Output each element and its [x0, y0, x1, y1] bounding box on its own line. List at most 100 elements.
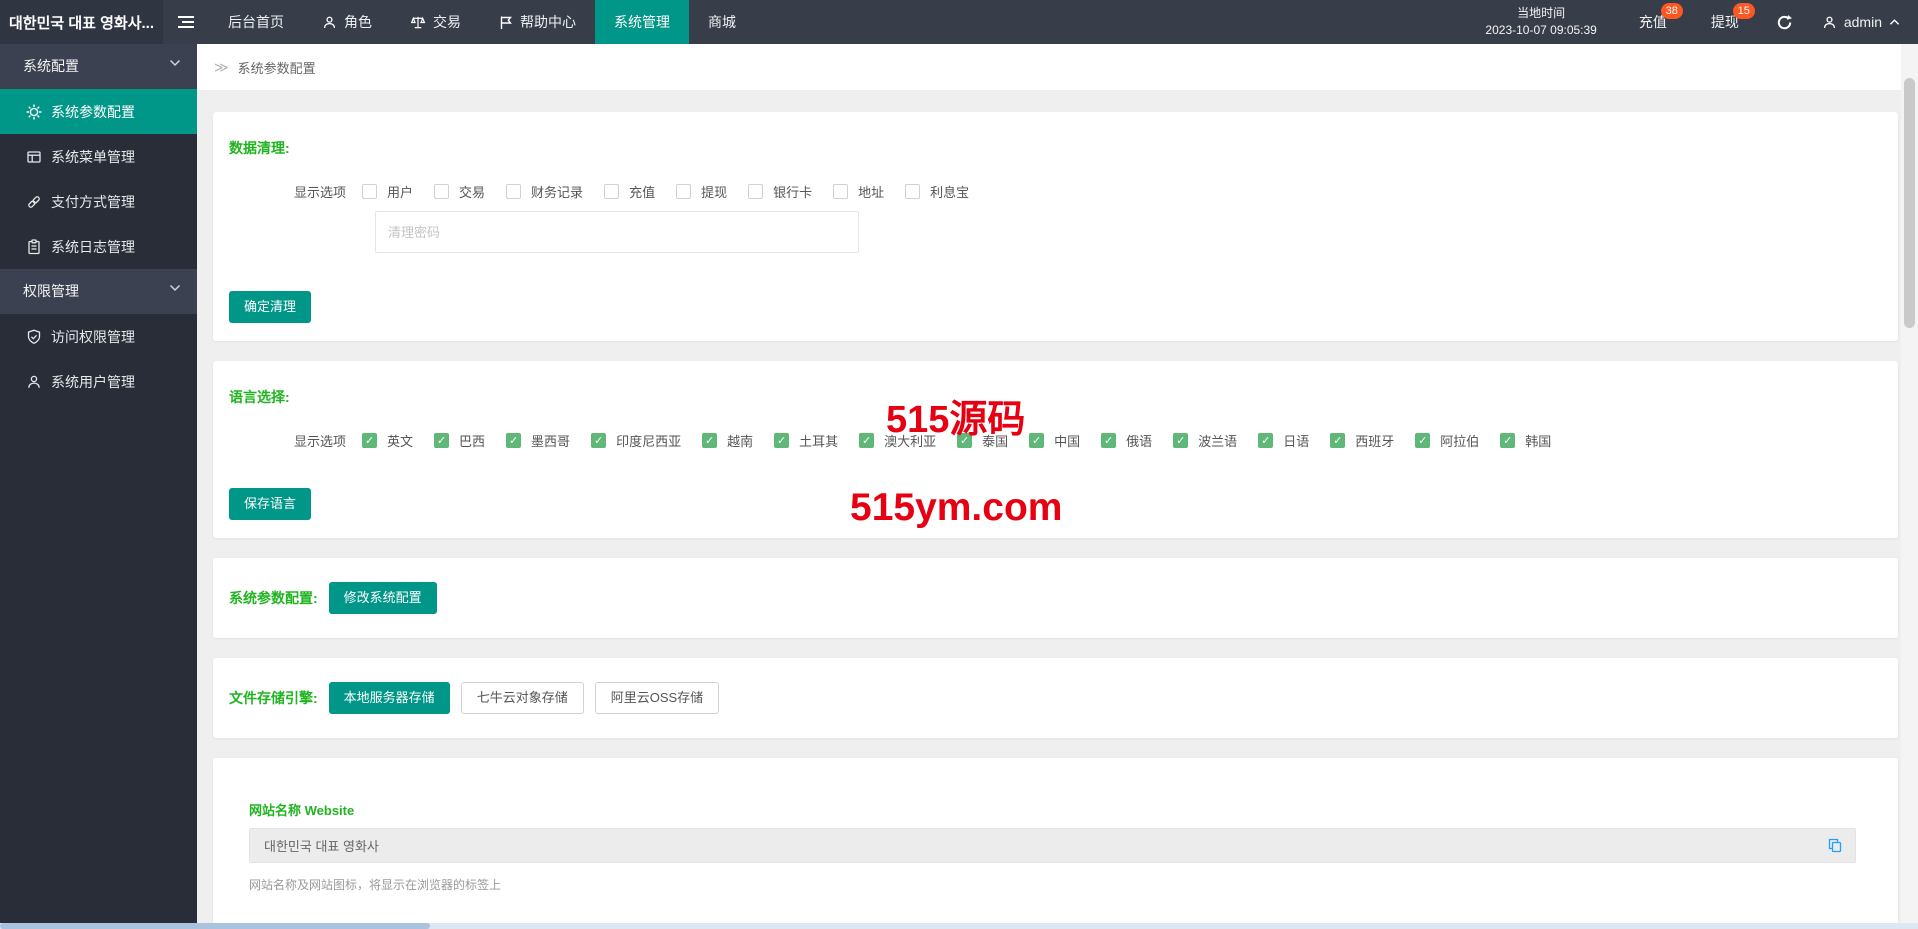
- sidebar-item-label: 系统用户管理: [51, 373, 135, 390]
- language-option-turkey[interactable]: 土耳其: [774, 431, 838, 450]
- sidebar-item-system-menu[interactable]: 系统菜单管理: [0, 134, 197, 179]
- refresh-icon: [1776, 14, 1793, 31]
- save-language-button[interactable]: 保存语言: [229, 488, 312, 520]
- sidebar-group-system-config[interactable]: 系统配置: [0, 44, 197, 89]
- nav-item-system-management[interactable]: 系统管理: [595, 0, 689, 44]
- nav-label: 系统管理: [614, 14, 670, 30]
- checkbox-unchecked-icon[interactable]: [833, 184, 849, 199]
- local-time-value: 2023-10-07 09:05:39: [1485, 23, 1597, 37]
- language-option-brazil[interactable]: 巴西: [434, 431, 485, 450]
- checkbox-checked-icon[interactable]: [957, 433, 973, 448]
- admin-menu[interactable]: admin: [1808, 0, 1918, 44]
- card-system-param: 系统参数配置: 修改系统配置: [213, 558, 1898, 638]
- copy-icon[interactable]: [1827, 837, 1843, 854]
- withdraw-badge: 15: [1732, 3, 1755, 19]
- cleanup-option-trade[interactable]: 交易: [434, 182, 485, 201]
- nav-item-dashboard[interactable]: 后台首页: [209, 0, 303, 44]
- checkbox-checked-icon[interactable]: [774, 433, 790, 448]
- checkbox-checked-icon[interactable]: [1173, 433, 1189, 448]
- sidebar-item-access-permissions[interactable]: 访问权限管理: [0, 314, 197, 359]
- language-option-russian[interactable]: 俄语: [1101, 431, 1152, 450]
- checkbox-unchecked-icon[interactable]: [506, 184, 522, 199]
- section-title: 文件存储引擎:: [229, 690, 318, 706]
- checkbox-checked-icon[interactable]: [859, 433, 875, 448]
- checkbox-unchecked-icon[interactable]: [434, 184, 450, 199]
- sidebar-item-system-logs[interactable]: 系统日志管理: [0, 224, 197, 269]
- horizontal-scrollbar[interactable]: [0, 923, 1918, 929]
- cleanup-option-address[interactable]: 地址: [833, 182, 884, 201]
- horizontal-scrollbar-thumb[interactable]: [0, 923, 430, 929]
- app-logo[interactable]: 대한민국 대표 영화사...: [0, 0, 163, 44]
- checkbox-checked-icon[interactable]: [1029, 433, 1045, 448]
- vertical-scrollbar[interactable]: [1901, 44, 1918, 923]
- recharge-badge: 38: [1660, 3, 1683, 19]
- checkbox-checked-icon[interactable]: [591, 433, 607, 448]
- cleanup-option-users[interactable]: 用户: [362, 182, 413, 201]
- language-option-mexico[interactable]: 墨西哥: [506, 431, 570, 450]
- storage-option-local-button[interactable]: 本地服务器存储: [328, 682, 450, 714]
- sidebar-group-permissions[interactable]: 权限管理: [0, 269, 197, 314]
- checkbox-unchecked-icon[interactable]: [676, 184, 692, 199]
- checkbox-checked-icon[interactable]: [506, 433, 522, 448]
- scales-icon: [410, 15, 426, 30]
- language-option-english[interactable]: 英文: [362, 431, 413, 450]
- checkbox-checked-icon[interactable]: [1101, 433, 1117, 448]
- cleanup-option-withdraw[interactable]: 提现: [676, 182, 727, 201]
- checkbox-checked-icon[interactable]: [1500, 433, 1516, 448]
- checkbox-checked-icon[interactable]: [1330, 433, 1346, 448]
- language-option-australia[interactable]: 澳大利亚: [859, 431, 936, 450]
- checkbox-unchecked-icon[interactable]: [748, 184, 764, 199]
- storage-option-qiniu-button[interactable]: 七牛云对象存储: [460, 682, 584, 714]
- topbar-right: 当地时间 2023-10-07 09:05:39 充值 38 提现 15 adm…: [1465, 0, 1918, 44]
- log-icon: [26, 238, 42, 255]
- website-name-input[interactable]: [262, 837, 1827, 854]
- checkbox-unchecked-icon[interactable]: [362, 184, 378, 199]
- checkbox-checked-icon[interactable]: [1258, 433, 1274, 448]
- cleanup-option-bankcard[interactable]: 银行卡: [748, 182, 812, 201]
- topbar: 대한민국 대표 영화사... 后台首页 角色 交易 帮助中心 系统管理 商城 当…: [0, 0, 1918, 44]
- sidebar-group-label: 系统配置: [23, 58, 79, 74]
- nav-item-roles[interactable]: 角色: [303, 0, 391, 44]
- hamburger-icon: [177, 15, 195, 29]
- language-option-polish[interactable]: 波兰语: [1173, 431, 1237, 450]
- language-option-japanese[interactable]: 日语: [1258, 431, 1309, 450]
- checkbox-checked-icon[interactable]: [702, 433, 718, 448]
- breadcrumb-current: 系统参数配置: [237, 60, 316, 76]
- language-option-china[interactable]: 中国: [1029, 431, 1080, 450]
- checkbox-checked-icon[interactable]: [362, 433, 378, 448]
- sidebar-item-system-params[interactable]: 系统参数配置: [0, 89, 197, 134]
- nav-item-help-center[interactable]: 帮助中心: [480, 0, 595, 44]
- nav-item-trade[interactable]: 交易: [391, 0, 480, 44]
- local-time: 当地时间 2023-10-07 09:05:39: [1465, 0, 1616, 44]
- sidebar-item-payment-methods[interactable]: 支付方式管理: [0, 179, 197, 224]
- language-option-vietnam[interactable]: 越南: [702, 431, 753, 450]
- chevron-down-icon: [169, 59, 181, 67]
- cleanup-option-interest[interactable]: 利息宝: [905, 182, 969, 201]
- language-option-indonesia[interactable]: 印度尼西亚: [591, 431, 681, 450]
- user-icon: [1822, 15, 1837, 30]
- checkbox-unchecked-icon[interactable]: [604, 184, 620, 199]
- nav-label: 后台首页: [228, 14, 284, 30]
- refresh-button[interactable]: [1761, 0, 1808, 44]
- storage-option-alioss-button[interactable]: 阿里云OSS存储: [594, 682, 720, 714]
- cleanup-option-recharge[interactable]: 充值: [604, 182, 655, 201]
- language-option-thailand[interactable]: 泰国: [957, 431, 1008, 450]
- sidebar-toggle-button[interactable]: [163, 0, 209, 44]
- language-option-korean[interactable]: 韩国: [1500, 431, 1551, 450]
- withdraw-button[interactable]: 提现 15: [1689, 0, 1761, 44]
- language-option-arabic[interactable]: 阿拉伯: [1415, 431, 1479, 450]
- modify-system-config-button[interactable]: 修改系统配置: [328, 582, 437, 614]
- cleanup-password-input[interactable]: [375, 211, 859, 253]
- checkbox-unchecked-icon[interactable]: [905, 184, 921, 199]
- nav-item-mall[interactable]: 商城: [689, 0, 755, 44]
- checkbox-checked-icon[interactable]: [1415, 433, 1431, 448]
- language-option-spanish[interactable]: 西班牙: [1330, 431, 1394, 450]
- recharge-button[interactable]: 充值 38: [1617, 0, 1689, 44]
- sidebar-item-label: 系统日志管理: [51, 238, 135, 255]
- vertical-scrollbar-thumb[interactable]: [1904, 78, 1915, 328]
- checkbox-checked-icon[interactable]: [434, 433, 450, 448]
- cleanup-option-finance-records[interactable]: 财务记录: [506, 182, 583, 201]
- confirm-cleanup-button[interactable]: 确定清理: [229, 291, 312, 323]
- sidebar-item-system-users[interactable]: 系统用户管理: [0, 359, 197, 404]
- card-storage-engine: 文件存储引擎: 本地服务器存储 七牛云对象存储 阿里云OSS存储: [213, 658, 1898, 738]
